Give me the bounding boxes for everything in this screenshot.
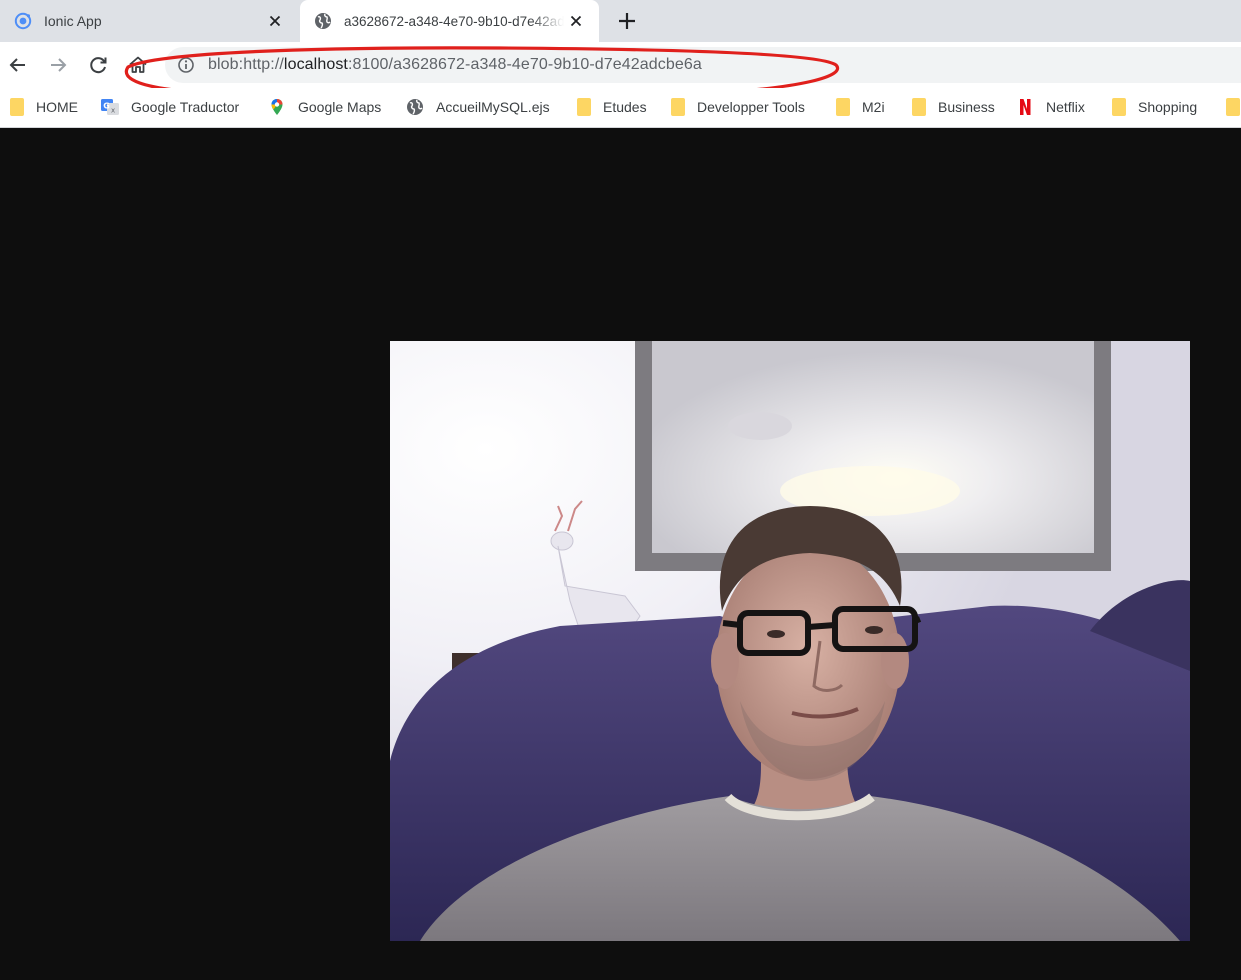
bookmark-label: Shopping bbox=[1138, 99, 1198, 115]
bookmark-label: Google Maps bbox=[298, 99, 382, 115]
info-icon[interactable] bbox=[177, 56, 195, 74]
folder-icon bbox=[577, 98, 591, 116]
bookmark-home[interactable]: HOME bbox=[10, 88, 78, 126]
bookmark-accueilmysql[interactable]: AccueilMySQL.ejs bbox=[406, 88, 550, 126]
tab-title: a3628672-a348-4e70-9b10-d7e42adcbe6a bbox=[344, 13, 564, 29]
folder-icon bbox=[10, 98, 24, 116]
svg-text:x: x bbox=[111, 107, 115, 115]
bookmark-google-traductor[interactable]: G x Google Traductor bbox=[101, 88, 239, 126]
bookmark-etudes[interactable]: Etudes bbox=[577, 88, 647, 126]
bookmark-m2i[interactable]: M2i bbox=[836, 88, 885, 126]
bookmark-label: Google Traductor bbox=[131, 99, 240, 115]
folder-icon bbox=[671, 98, 685, 116]
webcam-video[interactable] bbox=[390, 341, 1190, 941]
tab-strip: Ionic App a3628672-a348-4e70-9b10-d7e42a… bbox=[0, 0, 1241, 42]
folder-icon bbox=[1226, 98, 1240, 116]
bookmark-overflow-folder[interactable] bbox=[1226, 88, 1240, 126]
bookmark-label: AccueilMySQL.ejs bbox=[436, 99, 550, 115]
address-bar[interactable]: blob:http://localhost:8100/a3628672-a348… bbox=[165, 47, 1241, 83]
url-host: localhost bbox=[283, 56, 348, 73]
new-tab-plus-icon[interactable] bbox=[616, 10, 638, 32]
reload-icon[interactable] bbox=[86, 53, 110, 77]
folder-icon bbox=[836, 98, 850, 116]
bookmark-business[interactable]: Business bbox=[912, 88, 995, 126]
bookmark-label: Etudes bbox=[603, 99, 647, 115]
tab-title: Ionic App bbox=[44, 13, 102, 29]
bookmark-shopping[interactable]: Shopping bbox=[1112, 88, 1197, 126]
arrow-left-icon[interactable] bbox=[6, 53, 30, 77]
webcam-frame-image bbox=[390, 341, 1190, 941]
globe-icon bbox=[407, 99, 423, 115]
google-maps-icon bbox=[271, 99, 283, 115]
globe-icon bbox=[315, 13, 331, 29]
tab-blob-video[interactable]: a3628672-a348-4e70-9b10-d7e42adcbe6a bbox=[300, 0, 599, 42]
browser-toolbar: blob:http://localhost:8100/a3628672-a348… bbox=[0, 42, 1241, 88]
bookmark-google-maps[interactable]: Google Maps bbox=[268, 88, 381, 126]
bookmark-label: M2i bbox=[862, 99, 885, 115]
close-icon[interactable] bbox=[266, 12, 284, 30]
bookmark-label: Business bbox=[938, 99, 995, 115]
url-scheme: blob:http:// bbox=[208, 56, 284, 73]
home-icon[interactable] bbox=[126, 53, 150, 77]
bookmarks-bar: HOME G x Google Traductor Google Maps Ac… bbox=[0, 88, 1241, 128]
bookmark-label: Developper Tools bbox=[697, 99, 805, 115]
tab-ionic-app[interactable]: Ionic App bbox=[0, 0, 298, 42]
folder-icon bbox=[1112, 98, 1126, 116]
close-icon[interactable] bbox=[567, 12, 585, 30]
bookmark-developper-tools[interactable]: Developper Tools bbox=[671, 88, 805, 126]
folder-icon bbox=[912, 98, 926, 116]
bookmark-label: Netflix bbox=[1046, 99, 1085, 115]
ionic-icon bbox=[14, 12, 32, 30]
url-path: :8100/a3628672-a348-4e70-9b10-d7e42adcbe… bbox=[347, 56, 702, 73]
arrow-right-icon[interactable] bbox=[46, 53, 70, 77]
bookmark-label: HOME bbox=[36, 99, 78, 115]
bookmark-netflix[interactable]: Netflix bbox=[1016, 88, 1085, 126]
svg-text:G: G bbox=[103, 102, 110, 111]
url-text[interactable]: blob:http://localhost:8100/a3628672-a348… bbox=[208, 56, 702, 74]
google-translate-icon: G x bbox=[101, 99, 119, 115]
netflix-icon bbox=[1020, 99, 1031, 115]
